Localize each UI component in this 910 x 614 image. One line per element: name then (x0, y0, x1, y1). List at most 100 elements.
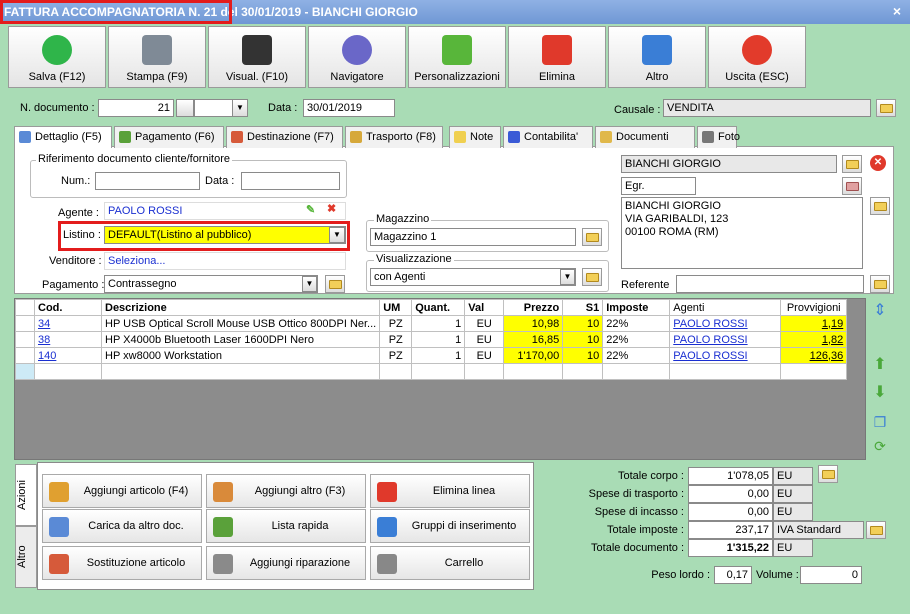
magnifier-icon[interactable] (818, 539, 834, 555)
edit-pencil-icon[interactable]: ✎ (306, 203, 318, 216)
total-corpo-value[interactable]: 1'078,05 (688, 467, 773, 485)
chevron-down-icon[interactable]: ▼ (560, 269, 575, 285)
grid-cell-empty[interactable] (34, 363, 102, 380)
table-row[interactable]: 34 HP USB Optical Scroll Mouse USB Ottico… (15, 315, 848, 332)
col-header[interactable]: Agenti (669, 299, 782, 316)
action-wrench-button[interactable]: Aggiungi riparazione (206, 546, 366, 580)
row-selector[interactable] (15, 347, 35, 364)
folder-icon[interactable] (818, 465, 838, 483)
col-header[interactable]: Imposte (602, 299, 671, 316)
col-header[interactable]: Provvigioni (780, 299, 848, 316)
tab-8[interactable]: Foto (697, 126, 740, 148)
folder-icon[interactable] (842, 155, 862, 173)
grid-cell-empty[interactable] (503, 363, 564, 380)
ref-date-input[interactable] (241, 172, 340, 190)
venditore-field[interactable]: Seleziona... (104, 252, 346, 270)
grid-cell-empty[interactable] (464, 363, 505, 380)
tab-4[interactable]: Trasporto (F8) (345, 126, 443, 148)
toolbar-button-7[interactable]: Altro (608, 26, 706, 88)
tab-6[interactable]: Contabilita' (503, 126, 593, 148)
action-groups-button[interactable]: Gruppi di inserimento (370, 509, 530, 543)
chevron-down-icon[interactable]: ▼ (329, 227, 345, 243)
grid-cell-provvigioni[interactable]: 1,19 (780, 315, 848, 332)
copy-icon[interactable]: ❐ (870, 414, 890, 434)
action-add-other-button[interactable]: Aggiungi altro (F3) (206, 474, 366, 508)
folder-icon[interactable] (582, 228, 602, 246)
grid-cell-agenti[interactable]: PAOLO ROSSI (669, 347, 782, 364)
referente-input[interactable] (676, 275, 864, 293)
action-delete-line-button[interactable]: Elimina linea (370, 474, 530, 508)
grid-cell-agenti[interactable]: PAOLO ROSSI (669, 315, 782, 332)
total-documento-value[interactable]: 1'315,22 (688, 539, 773, 557)
grid-cell-empty[interactable] (100, 363, 381, 380)
cliente-address[interactable]: BIANCHI GIORGIO VIA GARIBALDI, 123 00100… (621, 197, 863, 269)
col-header[interactable]: Val (464, 299, 505, 316)
table-row[interactable]: 38 HP X4000b Bluetooth Laser 1600DPI Nero… (15, 331, 848, 348)
table-row[interactable]: 140 HP xw8000 Workstation PZ 1 EU 1'170,00 10 2… (15, 347, 848, 364)
action-quick-list-button[interactable]: Lista rapida (206, 509, 366, 543)
grid-cell-provvigioni[interactable]: 126,36 (780, 347, 848, 364)
folder-icon[interactable] (582, 268, 602, 286)
peso-input[interactable]: 0,17 (714, 566, 752, 584)
cliente-name[interactable]: BIANCHI GIORGIO (621, 155, 837, 173)
col-header[interactable]: Cod. (34, 299, 102, 316)
toolbar-button-2[interactable]: Stampa (F9) (108, 26, 206, 88)
arrow-up-icon[interactable]: ⬆ (870, 354, 890, 374)
listino-select[interactable]: DEFAULT(Listino al pubblico) (104, 226, 346, 244)
grid-cell-cod[interactable]: 140 (34, 347, 102, 364)
grid-cell-empty[interactable] (379, 363, 413, 380)
grid-cell-empty[interactable] (562, 363, 604, 380)
row-selector[interactable] (15, 331, 35, 348)
toolbar-button-1[interactable]: Salva (F12) (8, 26, 106, 88)
causale-input[interactable]: VENDITA (663, 99, 871, 117)
row-selector[interactable] (15, 363, 35, 380)
remove-x-icon[interactable]: ✖ (327, 202, 339, 215)
grid-cell-empty[interactable] (780, 363, 848, 380)
cancel-icon[interactable]: ✕ (870, 155, 886, 171)
search-person-icon[interactable] (842, 177, 862, 195)
grid-cell-empty[interactable] (411, 363, 466, 380)
vtab-azioni[interactable]: Azioni (15, 464, 37, 526)
doc-number-button[interactable] (176, 99, 194, 117)
total-incasso-value[interactable]: 0,00 (688, 503, 773, 521)
action-cart-button[interactable]: Carrello (370, 546, 530, 580)
folder-icon[interactable] (876, 99, 896, 117)
tab-5[interactable]: Note (449, 126, 501, 148)
folder-icon[interactable] (870, 197, 890, 215)
total-trasporto-value[interactable]: 0,00 (688, 485, 773, 503)
grid-cell-cod[interactable]: 38 (34, 331, 102, 348)
table-row-new[interactable] (15, 363, 848, 380)
action-replace-article-button[interactable]: Sostituzione articolo (42, 546, 202, 580)
tab-7[interactable]: Documenti (595, 126, 695, 148)
magazzino-input[interactable]: Magazzino 1 (370, 228, 576, 246)
arrows-updown-icon[interactable]: ⇕ (870, 300, 890, 320)
tab-2[interactable]: Pagamento (F6) (114, 126, 224, 148)
col-header[interactable]: Prezzo (503, 299, 564, 316)
action-load-doc-button[interactable]: Carica da altro doc. (42, 509, 202, 543)
grid-cell-empty[interactable] (669, 363, 782, 380)
ref-num-input[interactable] (95, 172, 200, 190)
action-add-article-button[interactable]: Aggiungi articolo (F4) (42, 474, 202, 508)
col-header[interactable]: S1 (562, 299, 604, 316)
cliente-code[interactable]: Egr. (621, 177, 696, 195)
refresh-icon[interactable]: ⟳ (870, 438, 890, 458)
row-selector[interactable] (15, 315, 35, 332)
toolbar-button-4[interactable]: Navigatore (308, 26, 406, 88)
folder-icon[interactable] (866, 521, 886, 539)
toolbar-button-6[interactable]: Elimina (508, 26, 606, 88)
toolbar-button-3[interactable]: Visual. (F10) (208, 26, 306, 88)
col-header[interactable]: Quant. (411, 299, 466, 316)
toolbar-button-8[interactable]: Uscita (ESC) (708, 26, 806, 88)
tab-1[interactable]: Dettaglio (F5) (14, 126, 112, 148)
grid-cell-empty[interactable] (602, 363, 671, 380)
grid-cell-cod[interactable]: 34 (34, 315, 102, 332)
grid-cell-agenti[interactable]: PAOLO ROSSI (669, 331, 782, 348)
grid-cell-provvigioni[interactable]: 1,82 (780, 331, 848, 348)
folder-icon[interactable] (870, 275, 890, 293)
folder-icon[interactable] (325, 275, 345, 293)
pagamento-select[interactable]: Contrassegno (104, 275, 318, 293)
date-input[interactable]: 30/01/2019 (303, 99, 395, 117)
doc-number-input[interactable]: 21 (98, 99, 174, 117)
close-icon[interactable]: × (888, 2, 906, 20)
arrow-down-icon[interactable]: ⬇ (870, 382, 890, 402)
